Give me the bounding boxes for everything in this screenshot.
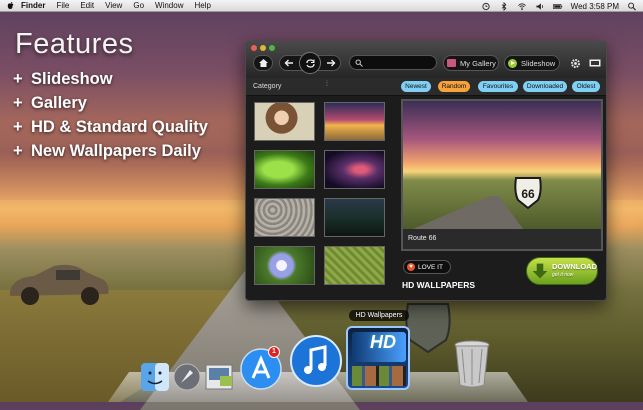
- menu-extras: Wed 3:58 PM: [481, 0, 637, 12]
- apple-menu-icon[interactable]: [6, 1, 15, 10]
- wallpaper-thumbnail[interactable]: [254, 150, 315, 189]
- svg-text:66: 66: [521, 187, 535, 201]
- wallpaper-thumbnail[interactable]: [254, 246, 315, 285]
- nav-controls: [279, 52, 341, 74]
- bluetooth-icon[interactable]: [499, 1, 509, 11]
- filter-oldest[interactable]: Oldest: [572, 81, 600, 92]
- back-arrow-icon[interactable]: [284, 59, 294, 67]
- filter-downloaded[interactable]: Downloaded: [523, 81, 567, 92]
- preview-icon[interactable]: [204, 362, 236, 392]
- display-button[interactable]: [587, 55, 603, 71]
- home-icon: [258, 59, 268, 67]
- app-brand: HD WALLPAPERS: [402, 280, 476, 290]
- hd-wallpapers-window: My Gallery Slideshow Category ⁞ Newest R…: [245, 41, 607, 301]
- volume-icon[interactable]: [535, 2, 545, 11]
- wallpaper-thumbnail[interactable]: [254, 198, 315, 237]
- refresh-icon: [305, 58, 315, 68]
- forward-arrow-icon[interactable]: [326, 59, 336, 67]
- menu-clock[interactable]: Wed 3:58 PM: [571, 2, 619, 11]
- wallpaper-thumbnail[interactable]: [324, 246, 385, 285]
- wallpaper-preview[interactable]: 66 Route 66: [401, 99, 603, 251]
- display-icon: [589, 59, 601, 66]
- filter-newest[interactable]: Newest: [401, 81, 431, 92]
- old-car-image: [10, 264, 109, 305]
- spotlight-icon[interactable]: [627, 2, 637, 11]
- download-arrow-icon: [532, 263, 548, 279]
- menu-file[interactable]: File: [56, 1, 69, 10]
- features-list: + Slideshow + Gallery + HD & Standard Quali…: [13, 67, 243, 163]
- category-divider-icon: ⁞: [326, 81, 328, 88]
- love-it-button[interactable]: ♥ LOVE IT: [403, 260, 451, 274]
- download-button[interactable]: DOWNLOAD get it now: [526, 257, 598, 285]
- my-gallery-button[interactable]: My Gallery: [443, 55, 499, 71]
- window-controls: [251, 45, 275, 51]
- route-66-sign-icon: 66: [514, 177, 542, 210]
- gallery-icon: [447, 59, 456, 67]
- menu-view[interactable]: View: [105, 1, 122, 10]
- category-label[interactable]: Category: [253, 83, 281, 90]
- play-icon: [508, 58, 517, 68]
- window-toolbar: My Gallery Slideshow: [246, 42, 606, 78]
- menu-bar: Finder File Edit View Go Window Help Wed…: [0, 0, 643, 12]
- finder-icon[interactable]: [140, 362, 170, 392]
- feature-item: + Gallery: [13, 94, 87, 112]
- trash-icon[interactable]: [452, 339, 492, 389]
- search-input[interactable]: [349, 55, 437, 70]
- wifi-icon[interactable]: [517, 2, 527, 11]
- wallpaper-thumbnail[interactable]: [254, 102, 315, 141]
- feature-item: + New Wallpapers Daily: [13, 142, 201, 160]
- search-icon: [355, 59, 363, 67]
- filter-favourites[interactable]: Favourites: [478, 81, 518, 92]
- feature-item: + Slideshow: [13, 70, 113, 88]
- wallpaper-thumbnail[interactable]: [324, 150, 385, 189]
- menu-edit[interactable]: Edit: [80, 1, 94, 10]
- features-title: Features: [15, 28, 134, 60]
- slideshow-button[interactable]: Slideshow: [504, 55, 560, 71]
- feature-item: + HD & Standard Quality: [13, 118, 208, 136]
- menu-window[interactable]: Window: [155, 1, 183, 10]
- menu-go[interactable]: Go: [133, 1, 144, 10]
- category-bar: Category ⁞ Newest Random Favourites Down…: [246, 78, 606, 96]
- wallpaper-thumbnail[interactable]: [324, 102, 385, 141]
- hd-wallpapers-icon[interactable]: HD: [346, 326, 410, 390]
- menu-finder[interactable]: Finder: [21, 1, 45, 10]
- gear-icon: [570, 58, 580, 68]
- zoom-button[interactable]: [269, 45, 275, 51]
- launchpad-icon[interactable]: [172, 362, 202, 392]
- preview-caption: Route 66: [403, 229, 601, 249]
- refresh-button[interactable]: [299, 52, 321, 74]
- home-button[interactable]: [253, 55, 273, 71]
- itunes-icon[interactable]: [289, 334, 343, 388]
- download-text: DOWNLOAD get it now: [552, 262, 597, 279]
- dock-tooltip: HD Wallpapers: [349, 310, 409, 321]
- app-store-badge: 1: [268, 346, 280, 358]
- settings-button[interactable]: [567, 55, 583, 71]
- filter-random[interactable]: Random: [438, 81, 470, 92]
- battery-icon[interactable]: [552, 2, 563, 11]
- heart-icon: ♥: [407, 263, 415, 271]
- time-machine-icon[interactable]: [481, 2, 491, 11]
- wallpaper-thumbnail[interactable]: [324, 198, 385, 237]
- close-button[interactable]: [251, 45, 257, 51]
- menu-help[interactable]: Help: [194, 1, 210, 10]
- minimize-button[interactable]: [260, 45, 266, 51]
